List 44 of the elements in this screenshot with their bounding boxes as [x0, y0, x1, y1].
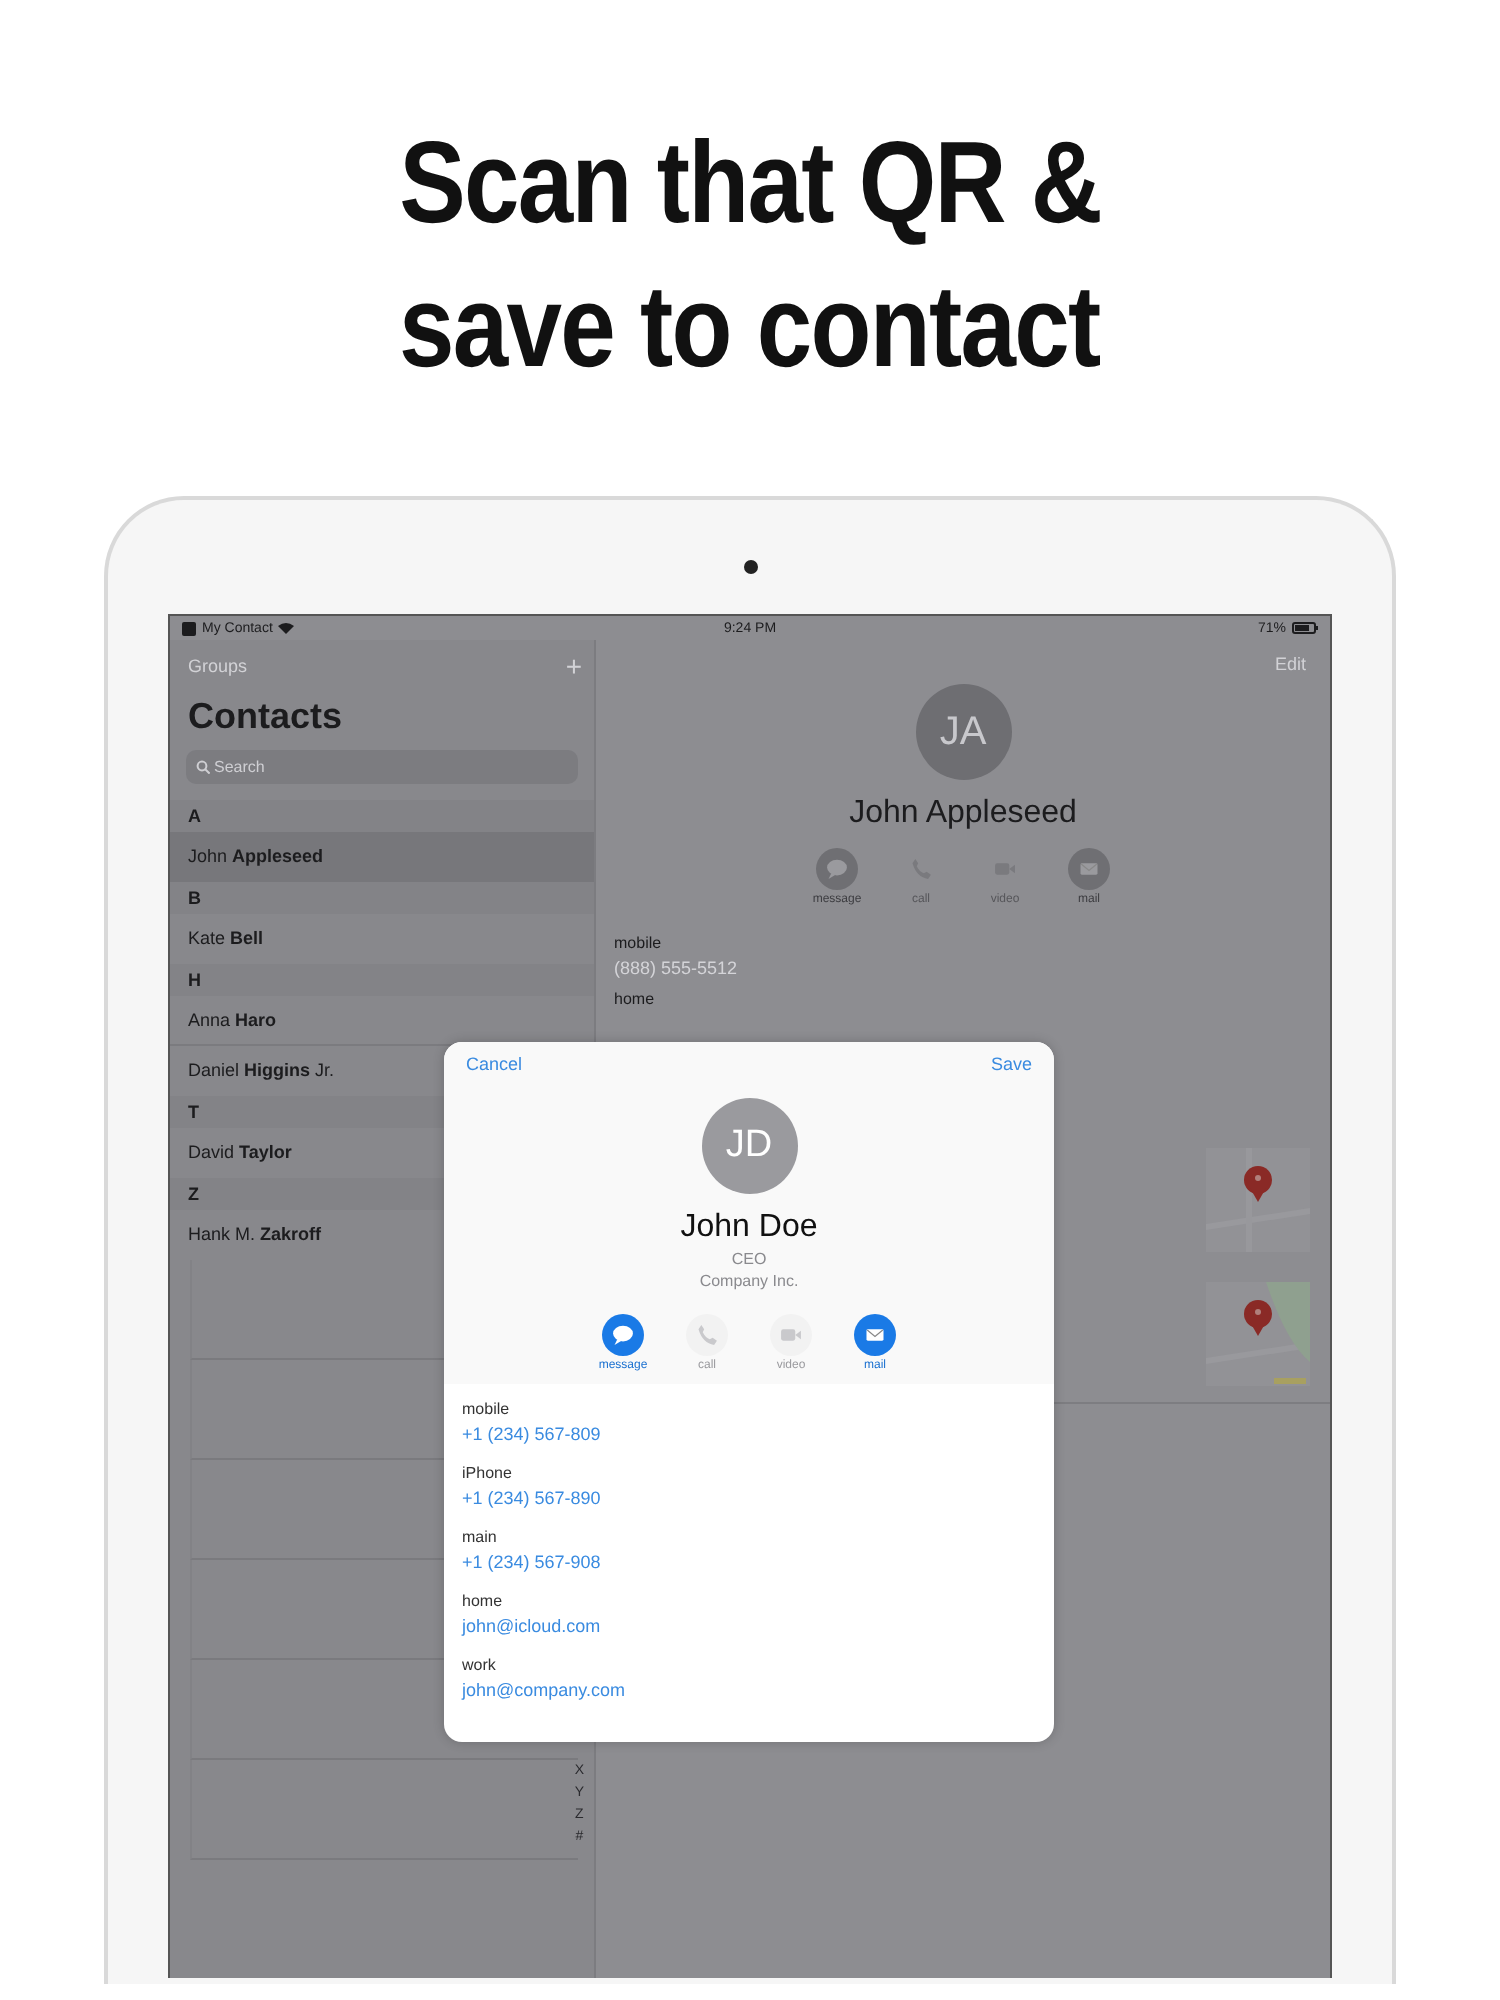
- call-button[interactable]: [686, 1314, 728, 1356]
- cancel-button[interactable]: Cancel: [466, 1054, 523, 1074]
- contact-avatar: JD: [701, 1098, 797, 1194]
- search-field[interactable]: Search: [186, 750, 578, 784]
- mail-button[interactable]: [1068, 848, 1110, 890]
- sidebar-title: Contacts: [186, 694, 345, 740]
- field-label: mobile: [462, 1400, 512, 1418]
- section-header: A: [170, 800, 594, 832]
- message-button[interactable]: [816, 848, 858, 890]
- battery-icon: [1292, 622, 1319, 634]
- contact-name: John Doe: [680, 1210, 818, 1246]
- video-button[interactable]: [770, 1314, 812, 1356]
- add-button[interactable]: +: [565, 652, 582, 680]
- mail-button[interactable]: [854, 1314, 896, 1356]
- field-value[interactable]: john@icloud.com: [462, 1616, 1036, 1636]
- groups-link[interactable]: Groups: [188, 656, 248, 676]
- field-label: home: [614, 990, 657, 1008]
- message-button[interactable]: [602, 1314, 644, 1356]
- headline-text: Scan that QR &: [398, 116, 1101, 252]
- field-label: mobile: [614, 934, 664, 952]
- contact-row[interactable]: John Appleseed: [170, 832, 594, 882]
- section-header: B: [170, 882, 594, 914]
- field-label: main: [462, 1528, 499, 1546]
- field-label: home: [462, 1592, 505, 1610]
- field-value[interactable]: +1 (234) 567-908: [462, 1552, 1036, 1572]
- field-value[interactable]: +1 (234) 567-809: [462, 1424, 1036, 1444]
- field-label: iPhone: [462, 1464, 514, 1482]
- field-value: (888) 555-5512: [614, 958, 740, 978]
- contact-row[interactable]: Kate Bell: [170, 914, 594, 964]
- company-name: Company Inc.: [699, 1272, 799, 1290]
- app-icon: [182, 621, 196, 635]
- field-value[interactable]: +1 (234) 567-890: [462, 1488, 1036, 1508]
- section-header: H: [170, 964, 594, 996]
- headline-text: save to contact: [399, 260, 1101, 396]
- wifi-icon: [278, 622, 295, 634]
- contact-name: John Appleseed: [849, 796, 1077, 832]
- field-value[interactable]: john@company.com: [462, 1680, 1036, 1700]
- edit-button[interactable]: Edit: [1274, 654, 1306, 674]
- camera-icon: [743, 560, 757, 574]
- contact-avatar: JA: [915, 684, 1011, 780]
- field-label: work: [462, 1656, 498, 1674]
- search-icon: [196, 760, 210, 774]
- save-button[interactable]: Save: [990, 1054, 1032, 1074]
- job-title: CEO: [731, 1250, 767, 1268]
